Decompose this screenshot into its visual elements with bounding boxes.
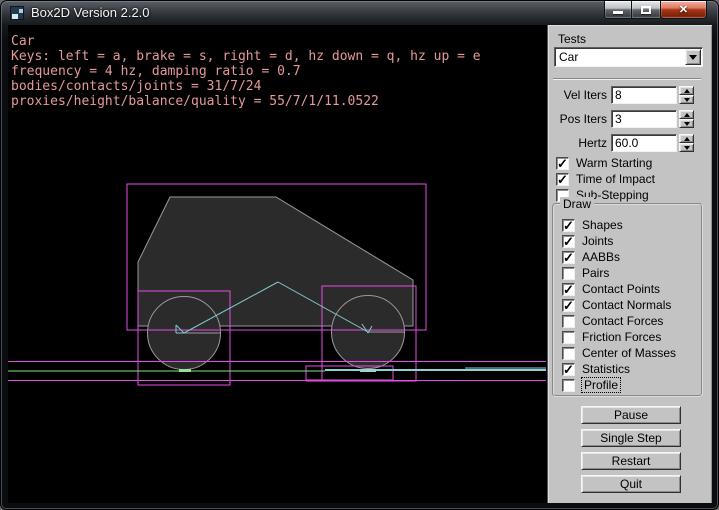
spinner-buttons-pos-iters: [679, 110, 694, 128]
checkbox-label: Warm Starting: [576, 156, 652, 170]
arrow-down-icon: [684, 146, 690, 150]
checkbox-checked-icon[interactable]: ✓: [562, 235, 575, 248]
checkbox-unchecked-box[interactable]: [562, 379, 575, 392]
checkbox-checked-icon[interactable]: ✓: [562, 219, 575, 232]
arrow-up-icon: [684, 89, 690, 93]
separator: [553, 78, 701, 80]
aabb-plank: [306, 366, 393, 381]
checkbox-checked-icon[interactable]: ✓: [556, 157, 569, 170]
debug-text-line: bodies/contacts/joints = 31/7/24: [11, 79, 481, 94]
titlebar[interactable]: Box2D Version 2.2.0 ✕: [1, 1, 718, 25]
close-button[interactable]: ✕: [660, 1, 707, 19]
checkbox-label: Contact Forces: [582, 314, 663, 328]
checkbox-unchecked-box[interactable]: [562, 331, 575, 344]
checkbox-label: Friction Forces: [582, 330, 661, 344]
single-step-button[interactable]: Single Step: [581, 429, 681, 447]
glui-control-panel: Tests Car Vel Iters Pos Iters Hertz ✓ Warm …: [547, 25, 712, 503]
app-window: Box2D Version 2.2.0 ✕ CarKeys: left = a,…: [0, 0, 719, 510]
close-icon: ✕: [661, 3, 706, 16]
checkbox-label: Time of Impact: [576, 172, 655, 186]
checkbox-draw-aabbs[interactable]: ✓ AABBs: [562, 249, 699, 265]
checkbox-label: Pairs: [582, 266, 609, 280]
checkbox-label: Statistics: [582, 362, 630, 376]
arrow-down-icon: [684, 122, 690, 126]
spinner-row-pos-iters: Pos Iters: [548, 110, 694, 128]
checkbox-checked-icon[interactable]: ✓: [562, 299, 575, 312]
checkbox-draw-pairs[interactable]: Pairs: [562, 265, 699, 281]
checkbox-warm-starting[interactable]: ✓ Warm Starting: [556, 155, 652, 171]
spinner-down-button[interactable]: [679, 95, 694, 104]
spinner-up-button[interactable]: [679, 86, 694, 95]
checkbox-draw-contact-points[interactable]: ✓ Contact Points: [562, 281, 699, 297]
arrow-down-icon: [684, 98, 690, 102]
contact-point: [360, 369, 376, 372]
spinner-input-vel-iters[interactable]: [611, 86, 677, 104]
spinner-down-button[interactable]: [679, 143, 694, 152]
checkbox-draw-contact-normals[interactable]: ✓ Contact Normals: [562, 297, 699, 313]
window-title: Box2D Version 2.2.0: [31, 5, 150, 20]
pause-button[interactable]: Pause: [581, 406, 681, 424]
checkbox-draw-center-of-masses[interactable]: Center of Masses: [562, 345, 699, 361]
simulation-viewport[interactable]: CarKeys: left = a, brake = s, right = d,…: [8, 25, 547, 503]
debug-text-line: Car: [11, 34, 481, 49]
checkbox-draw-shapes[interactable]: ✓ Shapes: [562, 217, 699, 233]
dropdown-arrow-button[interactable]: [685, 49, 701, 65]
checkbox-label: Center of Masses: [582, 346, 676, 360]
spinner-up-button[interactable]: [679, 134, 694, 143]
spinner-input-hertz[interactable]: [611, 134, 677, 152]
spinner-label-pos-iters: Pos Iters: [548, 112, 611, 126]
checkbox-label: AABBs: [582, 250, 620, 264]
checkbox-checked-icon[interactable]: ✓: [556, 173, 569, 186]
checkbox-draw-friction-forces[interactable]: Friction Forces: [562, 329, 699, 345]
spinner-buttons-vel-iters: [679, 86, 694, 104]
spinner-buttons-hertz: [679, 134, 694, 152]
restart-button[interactable]: Restart: [581, 452, 681, 470]
minimize-button[interactable]: [604, 1, 632, 19]
test-select-dropdown[interactable]: Car: [554, 47, 703, 67]
draw-flags-group: Draw ✓Shapes✓Joints✓AABBsPairs✓Contact P…: [552, 203, 703, 397]
maximize-button[interactable]: [632, 1, 660, 19]
checkbox-label: Profile: [582, 378, 620, 392]
checkbox-draw-statistics[interactable]: ✓ Statistics: [562, 361, 699, 377]
draw-flags-list: ✓ Shapes ✓ Joints ✓ AABBs Pairs ✓ Contact Points…: [562, 217, 699, 393]
spinner-label-hertz: Hertz: [548, 136, 611, 150]
checkbox-draw-contact-forces[interactable]: Contact Forces: [562, 313, 699, 329]
chevron-down-icon: [689, 55, 697, 60]
contact-point: [179, 369, 191, 372]
checkbox-checked-icon[interactable]: ✓: [562, 251, 575, 264]
spinner-label-vel-iters: Vel Iters: [548, 88, 611, 102]
checkbox-unchecked-box[interactable]: [562, 347, 575, 360]
spinner-down-button[interactable]: [679, 119, 694, 128]
checkbox-checked-icon[interactable]: ✓: [562, 363, 575, 376]
arrow-up-icon: [684, 113, 690, 117]
caption-buttons: ✕: [604, 1, 707, 19]
debug-text-line: proxies/height/balance/quality = 55/7/1/…: [11, 94, 481, 109]
test-select-value: Car: [559, 50, 578, 64]
maximize-icon: [641, 6, 651, 14]
arrow-up-icon: [684, 137, 690, 141]
draw-group-label: Draw: [560, 197, 594, 211]
debug-text-block: CarKeys: left = a, brake = s, right = d,…: [11, 34, 481, 109]
checkbox-draw-joints[interactable]: ✓ Joints: [562, 233, 699, 249]
minimize-icon: [613, 11, 623, 14]
checkbox-label: Contact Points: [582, 282, 660, 296]
checkbox-draw-profile[interactable]: Profile: [562, 377, 699, 393]
debug-text-line: Keys: left = a, brake = s, right = d, hz…: [11, 49, 481, 64]
client-area: CarKeys: left = a, brake = s, right = d,…: [8, 25, 712, 503]
quit-button[interactable]: Quit: [581, 475, 681, 493]
checkbox-label: Shapes: [582, 218, 623, 232]
checkbox-label: Joints: [582, 234, 613, 248]
spinner-input-pos-iters[interactable]: [611, 110, 677, 128]
checkbox-unchecked-box[interactable]: [562, 267, 575, 280]
spinner-row-vel-iters: Vel Iters: [548, 86, 694, 104]
app-icon[interactable]: [10, 6, 24, 20]
checkbox-unchecked-box[interactable]: [562, 315, 575, 328]
checkbox-label: Contact Normals: [582, 298, 671, 312]
debug-text-line: frequency = 4 hz, damping ratio = 0.7: [11, 64, 481, 79]
spinner-up-button[interactable]: [679, 110, 694, 119]
checkbox-time-of-impact[interactable]: ✓ Time of Impact: [556, 171, 655, 187]
checkbox-checked-icon[interactable]: ✓: [562, 283, 575, 296]
spinner-row-hertz: Hertz: [548, 134, 694, 152]
tests-label: Tests: [558, 32, 586, 46]
